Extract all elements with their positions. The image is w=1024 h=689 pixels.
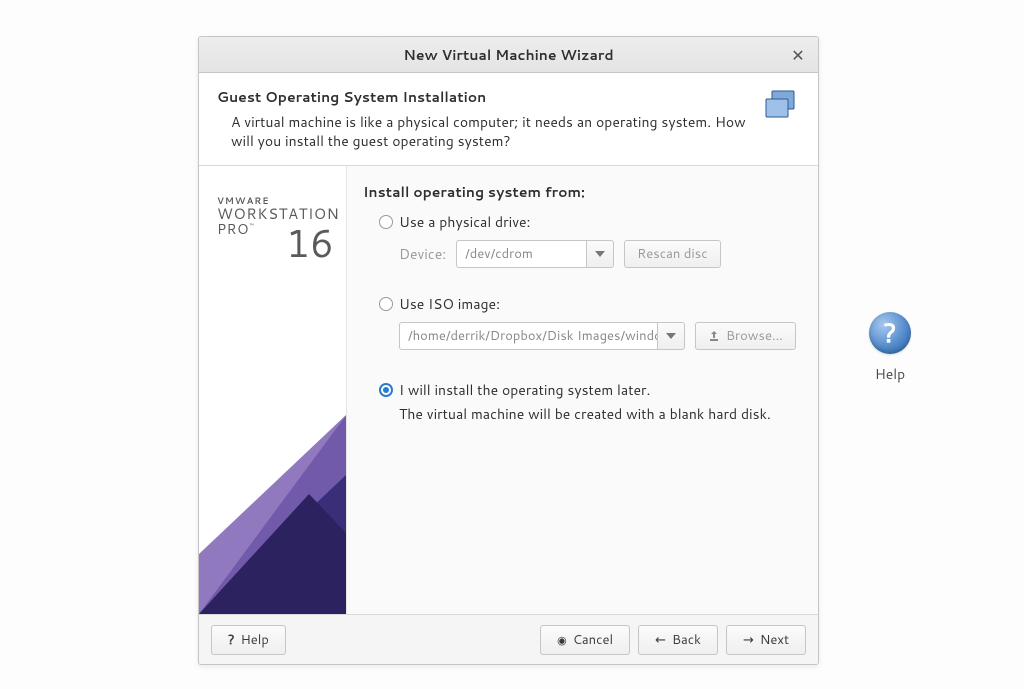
wizard-footer: ? Help ◉ Cancel ← Back → Next (199, 614, 818, 664)
help-button[interactable]: ? Help (211, 625, 286, 655)
close-button[interactable]: ✕ (786, 43, 810, 67)
radio-icon (379, 215, 393, 229)
device-value: /dev/cdrom (456, 240, 586, 268)
page-title: Guest Operating System Installation (217, 87, 748, 107)
option-physical-drive: Use a physical drive: Device: /dev/cdrom… (379, 212, 802, 268)
stop-icon: ◉ (557, 632, 567, 648)
option-iso-image: Use ISO image: /home/derrik/Dropbox/Disk… (379, 294, 802, 350)
device-dropdown-button[interactable] (586, 240, 614, 268)
wizard-body: VMWARE WORKSTATION PRO™ 16 Install opera… (199, 166, 818, 614)
radio-label: Use ISO image: (399, 294, 500, 314)
device-label: Device: (399, 244, 446, 264)
option-later-desc: The virtual machine will be created with… (399, 404, 802, 424)
radio-install-later[interactable]: I will install the operating system late… (379, 380, 802, 400)
wizard-header: Guest Operating System Installation A vi… (199, 73, 818, 166)
titlebar[interactable]: New Virtual Machine Wizard ✕ (199, 37, 818, 73)
arrow-right-icon: → (743, 631, 754, 649)
arrow-left-icon: ← (655, 631, 666, 649)
device-combo[interactable]: /dev/cdrom (456, 240, 614, 268)
browse-button[interactable]: Browse... (695, 322, 796, 350)
window-title: New Virtual Machine Wizard (209, 45, 808, 65)
iso-dropdown-button[interactable] (657, 322, 685, 350)
radio-icon (379, 297, 393, 311)
chevron-down-icon (666, 333, 676, 339)
radio-label: I will install the operating system late… (399, 380, 650, 400)
sidebar-branding: VMWARE WORKSTATION PRO™ 16 (199, 166, 347, 614)
section-title: Install operating system from: (363, 182, 802, 202)
chevron-down-icon (595, 251, 605, 257)
help-icon: ? (869, 312, 911, 354)
close-icon: ✕ (791, 44, 804, 67)
back-button[interactable]: ← Back (638, 625, 718, 655)
page-description: A virtual machine is like a physical com… (231, 113, 748, 151)
desktop-help-label: Help (858, 364, 922, 384)
option-install-later: I will install the operating system late… (379, 380, 802, 424)
wizard-dialog: New Virtual Machine Wizard ✕ Guest Opera… (198, 36, 819, 665)
radio-iso-image[interactable]: Use ISO image: (379, 294, 802, 314)
vm-icon (760, 87, 800, 127)
cancel-button[interactable]: ◉ Cancel (540, 625, 630, 655)
question-icon: ? (228, 631, 235, 649)
brand-pro: PRO™ (217, 222, 254, 237)
radio-label: Use a physical drive: (399, 212, 530, 232)
next-button[interactable]: → Next (726, 625, 806, 655)
iso-path-value: /home/derrik/Dropbox/Disk Images/windows… (399, 322, 657, 350)
brand-version: 16 (286, 216, 334, 270)
radio-physical-drive[interactable]: Use a physical drive: (379, 212, 802, 232)
radio-icon (379, 383, 393, 397)
upload-icon (708, 330, 720, 342)
rescan-disc-button[interactable]: Rescan disc (624, 240, 720, 268)
desktop-help-launcher[interactable]: ? Help (858, 312, 922, 384)
iso-path-combo[interactable]: /home/derrik/Dropbox/Disk Images/windows… (399, 322, 685, 350)
wizard-content: Install operating system from: Use a phy… (347, 166, 818, 614)
